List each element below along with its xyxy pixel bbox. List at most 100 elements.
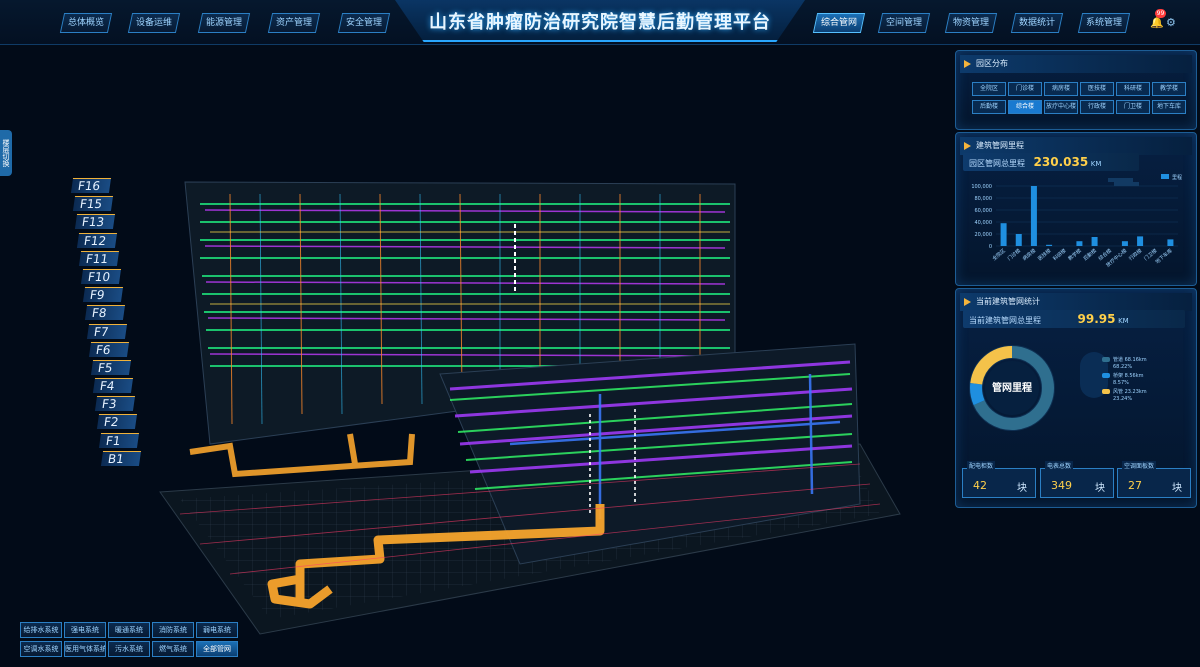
building-pipeline-model — [159, 181, 901, 635]
legend-label: 里程 — [1172, 174, 1182, 181]
floor-list: F16 F15 F13 F12 F11 F10 F9 F8 F7 F6 F5 F… — [70, 178, 142, 469]
system-button[interactable]: 医用气体系统 — [64, 641, 106, 657]
nav-energy[interactable]: 能源管理 — [197, 13, 251, 33]
region-button[interactable]: 后勤楼 — [972, 100, 1006, 114]
region-button[interactable]: 全院区 — [972, 82, 1006, 96]
y-tick-label: 0 — [989, 244, 992, 250]
stat-label: 空调面板数 — [1122, 461, 1157, 470]
play-icon — [964, 60, 971, 68]
floor-item[interactable]: F2 — [96, 414, 138, 430]
system-button[interactable]: 空调水系统 — [20, 641, 62, 657]
stat-unit: 块 — [1172, 483, 1182, 494]
nav-materials[interactable]: 物资管理 — [944, 13, 998, 33]
floor-item[interactable]: F12 — [76, 232, 118, 248]
bar[interactable] — [1015, 234, 1022, 246]
x-tick-label: 科研楼 — [1052, 247, 1068, 262]
stat-value: 349 — [1051, 479, 1072, 492]
gear-icon[interactable]: ⚙ — [1166, 16, 1176, 29]
y-tick-label: 40,000 — [975, 220, 993, 226]
x-tick-label: 教学楼 — [1067, 247, 1083, 262]
stat-label: 电表总数 — [1045, 461, 1074, 470]
floor-item[interactable]: B1 — [100, 450, 142, 466]
region-button-active[interactable]: 综合楼 — [1008, 100, 1042, 114]
bar[interactable] — [1076, 241, 1083, 246]
y-tick-label: 60,000 — [975, 208, 993, 214]
bar[interactable] — [1167, 239, 1174, 246]
length-bar-chart: 里程 100,000 80,000 60,000 40,000 20,000 0 全院区门… — [971, 174, 1182, 269]
stat-card-meters: 电表总数 349 块 — [1040, 461, 1114, 498]
x-tick-label: 行政楼 — [1127, 247, 1143, 262]
x-tick-label: 全院区 — [991, 247, 1007, 262]
floor-item[interactable]: F7 — [86, 323, 128, 339]
stat-unit: 块 — [1017, 483, 1027, 494]
system-button[interactable]: 强电系统 — [64, 622, 106, 638]
floor-item[interactable]: F3 — [94, 396, 136, 412]
floor-item[interactable]: F10 — [80, 268, 122, 284]
bar[interactable] — [1046, 244, 1053, 246]
stat-value: 42 — [973, 479, 987, 492]
building-length-bar: 当前建筑管网总里程 99.95 KM — [963, 310, 1185, 328]
region-button[interactable]: 教学楼 — [1152, 82, 1186, 96]
floor-item[interactable]: F4 — [92, 378, 134, 394]
floor-item[interactable]: F16 — [70, 178, 112, 193]
nav-equipment[interactable]: 设备运维 — [127, 13, 181, 33]
system-button[interactable]: 污水系统 — [108, 641, 150, 657]
bar[interactable] — [1121, 241, 1128, 246]
nav-assets[interactable]: 资产管理 — [267, 13, 321, 33]
nav-space[interactable]: 空间管理 — [877, 13, 931, 33]
floor-item[interactable]: F5 — [90, 359, 132, 375]
system-button[interactable]: 暖通系统 — [108, 622, 150, 638]
floor-item[interactable]: F11 — [78, 250, 120, 266]
floor-item[interactable]: F1 — [98, 432, 140, 448]
play-icon — [964, 298, 971, 306]
legend-swatch — [1161, 174, 1169, 179]
bar[interactable] — [1137, 236, 1144, 246]
region-button[interactable]: 科研楼 — [1116, 82, 1150, 96]
floor-item[interactable]: F15 — [72, 196, 114, 212]
region-button[interactable]: 放疗中心楼 — [1044, 100, 1078, 114]
nav-overview[interactable]: 总体概览 — [59, 13, 113, 33]
nav-safety[interactable]: 安全管理 — [337, 13, 391, 33]
floor-item[interactable]: F9 — [82, 287, 124, 303]
bar[interactable] — [1030, 186, 1037, 246]
donut-center-label: 管网里程 — [992, 381, 1032, 394]
nav-system[interactable]: 系统管理 — [1077, 13, 1131, 33]
system-button[interactable]: 燃气系统 — [152, 641, 194, 657]
total-length-unit: KM — [1090, 160, 1102, 168]
nav-statistics[interactable]: 数据统计 — [1010, 13, 1064, 33]
bar[interactable] — [1000, 223, 1007, 246]
building-stats-header: 当前建筑管网统计 — [960, 293, 1192, 311]
notification-badge: 99 — [1155, 9, 1166, 18]
x-tick-label: 后勤楼 — [1082, 247, 1098, 262]
pipeline-3d-view[interactable] — [0, 44, 955, 663]
x-tick-label: 医技楼 — [1036, 247, 1052, 262]
y-tick-label: 100,000 — [971, 184, 992, 190]
pipeline-donut-chart: 管网里程 — [969, 345, 1055, 431]
floor-item[interactable]: F6 — [88, 341, 130, 357]
system-button[interactable]: 弱电系统 — [196, 622, 238, 638]
region-button[interactable]: 医技楼 — [1080, 82, 1114, 96]
y-tick-label: 20,000 — [975, 232, 993, 238]
region-button[interactable]: 门卫楼 — [1116, 100, 1150, 114]
floor-item[interactable]: F8 — [84, 305, 126, 321]
bar[interactable] — [1091, 237, 1098, 246]
region-button[interactable]: 门诊楼 — [1008, 82, 1042, 96]
system-button[interactable]: 消防系统 — [152, 622, 194, 638]
nav-pipeline[interactable]: 综合管网 — [812, 13, 866, 33]
stat-card-ac-panels: 空调面板数 27 块 — [1117, 461, 1191, 498]
region-button[interactable]: 地下车库 — [1152, 100, 1186, 114]
system-button-active[interactable]: 全部管网 — [196, 641, 238, 657]
region-button[interactable]: 行政楼 — [1080, 100, 1114, 114]
stat-value: 27 — [1128, 479, 1142, 492]
legend-item-pipe: 管道 68.16km 68.22% — [1102, 357, 1182, 371]
system-button[interactable]: 给排水系统 — [20, 622, 62, 638]
floor-item[interactable]: F13 — [74, 214, 116, 230]
legend-item-duct: 风管 23.23km 23.24% — [1102, 389, 1182, 403]
side-collapse-tab[interactable]: 楼层切换 — [0, 130, 12, 176]
building-length-value: 99.95 — [1077, 312, 1116, 326]
region-panel-header: 园区分布 — [960, 55, 1192, 73]
play-icon — [964, 142, 971, 150]
y-tick-label: 80,000 — [975, 196, 993, 202]
region-button[interactable]: 病房楼 — [1044, 82, 1078, 96]
x-tick-label: 病房楼 — [1021, 247, 1037, 262]
